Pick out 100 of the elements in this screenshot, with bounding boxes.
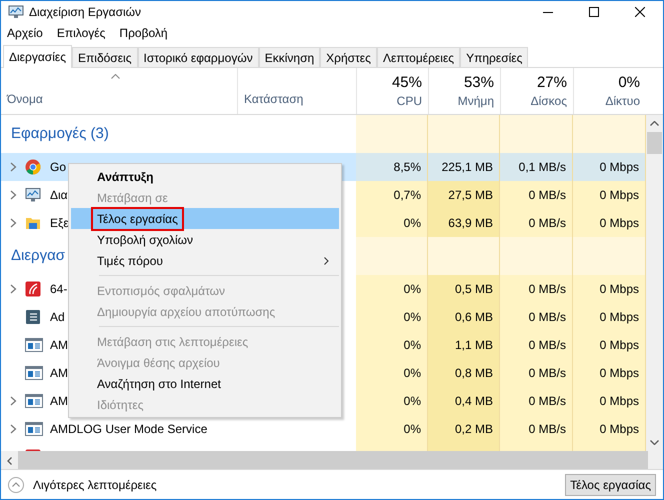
usage-value: 0 Mbps <box>600 365 639 382</box>
usage-value: 0 Mbps <box>600 421 639 438</box>
menu-item[interactable]: Αναζήτηση στο Internet <box>71 373 339 394</box>
window-icon <box>25 393 43 409</box>
expand-chevron-icon[interactable] <box>10 218 16 228</box>
usage-value: 0 Mbps <box>600 393 639 410</box>
window-title: Διαχείριση Εργασιών <box>29 4 142 21</box>
menu-item[interactable]: Επιλογές <box>56 24 106 42</box>
usage-value: 0 Mbps <box>600 337 639 354</box>
column-header[interactable]: CPU <box>396 92 422 110</box>
usage-value: 0% <box>404 281 421 298</box>
end-task-button[interactable]: Τέλος εργασίας <box>565 474 656 496</box>
tab[interactable]: Λεπτομέρειες <box>376 47 460 67</box>
scrollbar-thumb[interactable] <box>647 132 662 154</box>
process-name: Δια <box>50 187 68 204</box>
expand-chevron-icon[interactable] <box>10 284 16 294</box>
usage-value: 0 Mbps <box>600 281 639 298</box>
process-name: Go <box>50 159 66 176</box>
close-icon <box>635 7 645 17</box>
column-total: 53% <box>464 74 494 92</box>
column-total: 27% <box>536 74 567 92</box>
app-monitor-icon <box>8 5 24 19</box>
usage-value: 0,6 MB <box>454 309 493 326</box>
usage-value: 0 MB/s <box>528 337 566 354</box>
usage-value: 0 MB/s <box>528 365 566 382</box>
usage-value: 0 Mbps <box>600 187 639 204</box>
menu-item[interactable]: Τέλος εργασίας <box>71 208 339 229</box>
usage-value: 0% <box>404 337 421 354</box>
document-icon <box>25 309 41 325</box>
horizontal-scrollbar-thumb[interactable] <box>18 451 648 469</box>
process-name: AM <box>50 365 68 382</box>
scroll-left-icon[interactable] <box>7 457 12 465</box>
expand-chevron-icon[interactable] <box>10 162 16 172</box>
usage-value: 0 MB/s <box>528 187 566 204</box>
monitor-icon <box>25 187 41 203</box>
tab[interactable]: Ιστορικό εφαρμογών <box>138 47 259 67</box>
usage-value: 0 MB/s <box>528 421 566 438</box>
usage-value: 0 MB/s <box>528 309 566 326</box>
usage-value: 8,5% <box>394 159 421 176</box>
tab[interactable]: Υπηρεσίες <box>460 47 528 67</box>
column-header[interactable]: Κατάσταση <box>244 90 356 108</box>
column-total: 45% <box>392 74 422 92</box>
window-icon <box>25 337 43 353</box>
app-icon <box>25 281 41 297</box>
expand-chevron-icon[interactable] <box>10 396 16 406</box>
usage-value: 0% <box>404 421 421 438</box>
usage-value: 63,9 MB <box>448 215 493 232</box>
usage-value: 0,8 MB <box>454 365 493 382</box>
column-header[interactable]: Δίκτυο <box>605 92 640 110</box>
column-header[interactable]: Δίσκος <box>530 92 567 110</box>
collapse-up-icon[interactable] <box>8 476 24 492</box>
process-name: Εξε <box>50 215 69 232</box>
scroll-down-icon[interactable] <box>650 440 659 445</box>
vertical-scrollbar[interactable] <box>646 115 663 451</box>
column-header[interactable]: Μνήμη <box>458 92 494 110</box>
menu-item[interactable]: Αρχείο <box>7 24 43 42</box>
group-title: Διεργασ <box>11 246 66 266</box>
usage-value: 225,1 MB <box>442 159 493 176</box>
process-name: 64- <box>50 281 68 298</box>
tab[interactable]: Διεργασίες <box>3 45 72 68</box>
column-total: 0% <box>618 74 640 92</box>
usage-value: 1,1 MB <box>454 337 493 354</box>
usage-value: 0% <box>404 365 421 382</box>
process-name: AM <box>50 337 68 354</box>
tab[interactable]: Εκκίνηση <box>258 47 320 67</box>
usage-value: 0% <box>404 215 421 232</box>
group-title: Εφαρμογές (3) <box>11 124 109 144</box>
usage-value: 0 MB/s <box>528 281 566 298</box>
usage-value: 0% <box>404 393 421 410</box>
tab[interactable]: Χρήστες <box>320 47 377 67</box>
window-icon <box>25 421 43 437</box>
usage-value: 0,5 MB <box>454 281 493 298</box>
column-header[interactable]: Όνομα <box>7 90 237 108</box>
window-icon <box>25 365 43 381</box>
usage-value: 0,2 MB <box>454 421 493 438</box>
usage-value: 0 Mbps <box>600 215 639 232</box>
maximize-icon <box>589 7 599 17</box>
fewer-details-link[interactable]: Λιγότερες λεπτομέρειες <box>33 476 157 494</box>
usage-value: 0,4 MB <box>454 393 493 410</box>
browser-icon <box>25 159 41 175</box>
expand-chevron-icon[interactable] <box>10 190 16 200</box>
usage-value: 0 Mbps <box>600 309 639 326</box>
scroll-up-icon[interactable] <box>650 121 659 126</box>
expand-chevron-icon[interactable] <box>10 424 16 434</box>
usage-value: 27,5 MB <box>448 187 493 204</box>
tab[interactable]: Επιδόσεις <box>72 47 138 67</box>
folder-icon <box>25 215 41 231</box>
menu-item[interactable]: Τιμές πόρου <box>71 250 339 271</box>
process-name: AM <box>50 393 68 410</box>
menu-item[interactable]: Υποβολή σχολίων <box>71 229 339 250</box>
menu-item[interactable]: Ανάπτυξη <box>71 166 339 187</box>
usage-value: 0 Mbps <box>600 159 639 176</box>
sort-ascending-icon <box>111 74 120 79</box>
usage-value: 0 MB/s <box>528 215 566 232</box>
menu-item[interactable]: Προβολή <box>119 24 168 42</box>
usage-value: 0,1 MB/s <box>518 159 566 176</box>
usage-value: 0,7% <box>394 187 421 204</box>
process-name: Ad <box>50 309 65 326</box>
process-name: AMDLOG User Mode Service <box>50 421 208 438</box>
usage-value: 0% <box>404 309 421 326</box>
